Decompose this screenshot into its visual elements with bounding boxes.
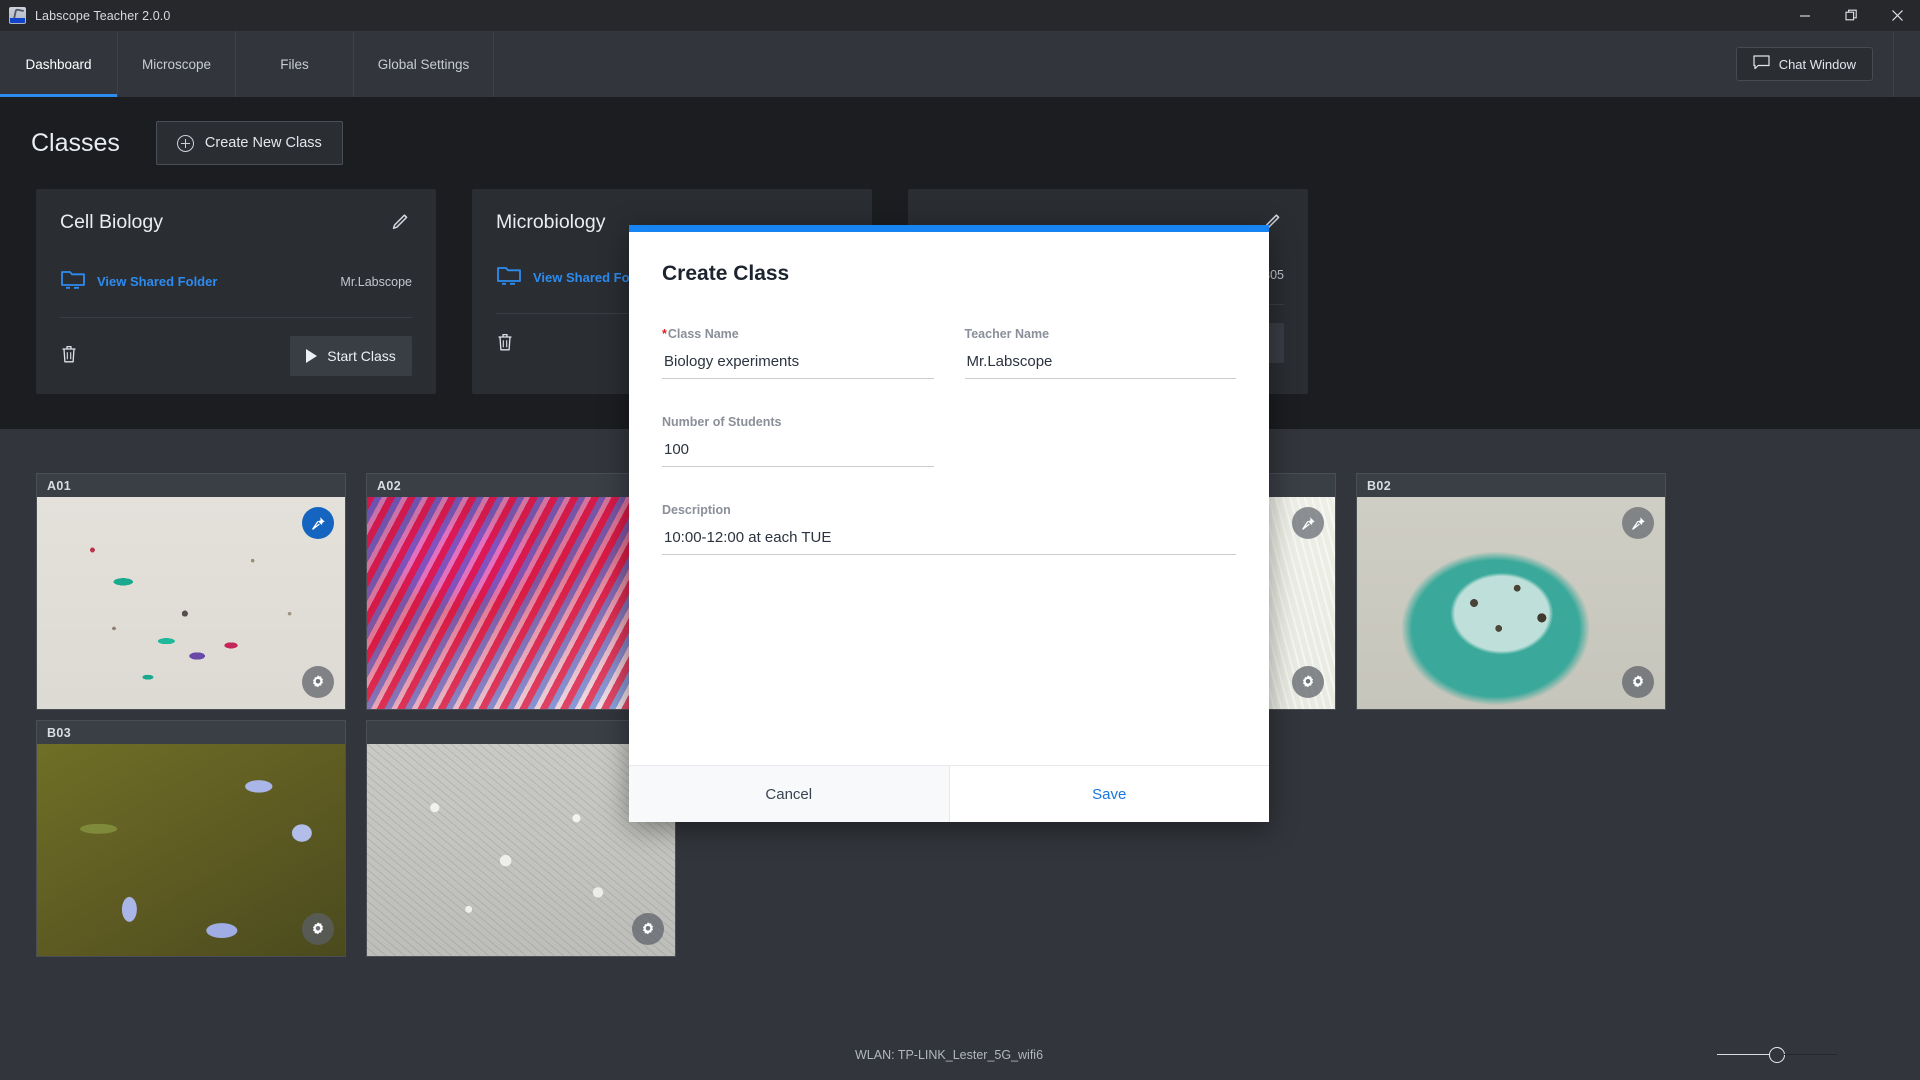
chat-window-label: Chat Window — [1779, 57, 1856, 72]
chat-bubble-icon — [1753, 55, 1770, 73]
save-button-label: Save — [1092, 786, 1126, 803]
edit-pencil-icon[interactable] — [390, 211, 412, 238]
description-input[interactable] — [662, 529, 1236, 555]
title-bar: Labscope Teacher 2.0.0 — [0, 0, 1920, 31]
tab-microscope-label: Microscope — [142, 57, 211, 72]
class-card-name: Microbiology — [496, 211, 605, 234]
class-card[interactable]: Cell Biology View Shared Folder Mr.Lab — [36, 189, 436, 394]
class-name-field-group: *Class Name — [662, 327, 934, 379]
class-card-meta: View Shared Folder Mr.Labscope — [60, 268, 412, 318]
tab-global-settings[interactable]: Global Settings — [354, 31, 494, 97]
nav-right-group: Chat Window — [1736, 31, 1920, 97]
tab-files[interactable]: Files — [236, 31, 354, 97]
students-field-group: Number of Students — [662, 415, 934, 467]
thumbnail-image[interactable] — [37, 497, 345, 709]
cancel-button[interactable]: Cancel — [629, 766, 950, 822]
gear-icon[interactable] — [302, 666, 334, 698]
view-shared-folder-link[interactable]: View Shared Folder — [97, 274, 217, 289]
save-button[interactable]: Save — [950, 766, 1270, 822]
wlan-status: WLAN: TP-LINK_Lester_5G_wifi6 — [855, 1048, 1043, 1062]
class-card-header: Cell Biology — [60, 211, 412, 238]
class-card-teacher: Mr.Labscope — [340, 275, 412, 289]
maximize-icon[interactable] — [1828, 0, 1874, 31]
play-icon — [306, 349, 317, 363]
close-icon[interactable] — [1874, 0, 1920, 31]
chat-window-button[interactable]: Chat Window — [1736, 47, 1873, 81]
dialog-body: Create Class *Class Name Teacher Name Nu… — [629, 232, 1269, 765]
create-new-class-label: Create New Class — [205, 135, 322, 151]
app-title: Labscope Teacher 2.0.0 — [35, 9, 170, 23]
number-of-students-input[interactable] — [662, 441, 934, 467]
dialog-title: Create Class — [662, 262, 1236, 286]
microscope-icon — [9, 7, 26, 24]
dialog-footer: Cancel Save — [629, 765, 1269, 822]
class-name-label: *Class Name — [662, 327, 934, 341]
pin-icon[interactable] — [1622, 507, 1654, 539]
shared-folder-icon — [496, 264, 522, 291]
dialog-field-row-1: *Class Name Teacher Name — [662, 327, 1236, 415]
start-class-button[interactable]: Start Class — [290, 336, 412, 376]
minimize-icon[interactable] — [1782, 0, 1828, 31]
thumbnail-label: A01 — [37, 474, 345, 497]
dialog-accent-bar — [629, 225, 1269, 232]
classes-header: Classes Create New Class — [0, 97, 1920, 165]
required-asterisk: * — [662, 327, 667, 341]
teacher-name-input[interactable] — [965, 353, 1237, 379]
teacher-name-label: Teacher Name — [965, 327, 1237, 341]
description-label: Description — [662, 503, 1236, 517]
slider-track-filled — [1717, 1054, 1770, 1056]
class-card-actions: Start Class — [60, 336, 412, 376]
main-nav: Dashboard Microscope Files Global Settin… — [0, 31, 1920, 97]
page-title: Classes — [31, 129, 120, 158]
teacher-name-field-group: Teacher Name — [965, 327, 1237, 379]
slider-track-empty — [1784, 1054, 1837, 1056]
thumbnail-image[interactable] — [37, 744, 345, 956]
tab-dashboard[interactable]: Dashboard — [0, 31, 118, 97]
description-field-group: Description — [662, 503, 1236, 555]
plus-circle-icon — [177, 135, 194, 152]
thumbnail-label: B02 — [1357, 474, 1665, 497]
number-of-students-label: Number of Students — [662, 415, 934, 429]
dialog-field-row-2: Number of Students — [662, 415, 1236, 503]
thumbnail-card[interactable]: A01 — [36, 473, 346, 710]
pin-icon[interactable] — [1292, 507, 1324, 539]
gear-icon[interactable] — [1622, 666, 1654, 698]
tab-global-settings-label: Global Settings — [378, 57, 470, 72]
thumbnail-card[interactable]: B03 — [36, 720, 346, 957]
tab-dashboard-label: Dashboard — [25, 57, 91, 72]
start-class-label: Start Class — [327, 348, 395, 364]
class-card-name: Cell Biology — [60, 211, 163, 234]
gear-icon[interactable] — [632, 913, 664, 945]
shared-folder-icon — [60, 268, 86, 295]
class-name-label-text: Class Name — [668, 327, 739, 341]
tab-microscope[interactable]: Microscope — [118, 31, 236, 97]
thumbnail-label: B03 — [37, 721, 345, 744]
pin-icon[interactable] — [302, 507, 334, 539]
cancel-button-label: Cancel — [765, 786, 812, 803]
nav-divider — [1893, 31, 1894, 97]
slider-knob[interactable] — [1769, 1047, 1785, 1063]
tab-files-label: Files — [280, 57, 309, 72]
create-new-class-button[interactable]: Create New Class — [156, 121, 343, 165]
zoom-slider[interactable] — [1717, 1045, 1837, 1065]
delete-class-icon[interactable] — [496, 332, 514, 357]
class-name-input[interactable] — [662, 353, 934, 379]
spacer-field — [965, 415, 1237, 467]
thumbnail-image[interactable] — [1357, 497, 1665, 709]
delete-class-icon[interactable] — [60, 344, 78, 369]
gear-icon[interactable] — [302, 913, 334, 945]
window-controls — [1782, 0, 1920, 31]
thumbnail-card[interactable]: B02 — [1356, 473, 1666, 710]
gear-icon[interactable] — [1292, 666, 1324, 698]
create-class-dialog: Create Class *Class Name Teacher Name Nu… — [629, 225, 1269, 822]
status-bar: WLAN: TP-LINK_Lester_5G_wifi6 — [0, 1029, 1920, 1080]
